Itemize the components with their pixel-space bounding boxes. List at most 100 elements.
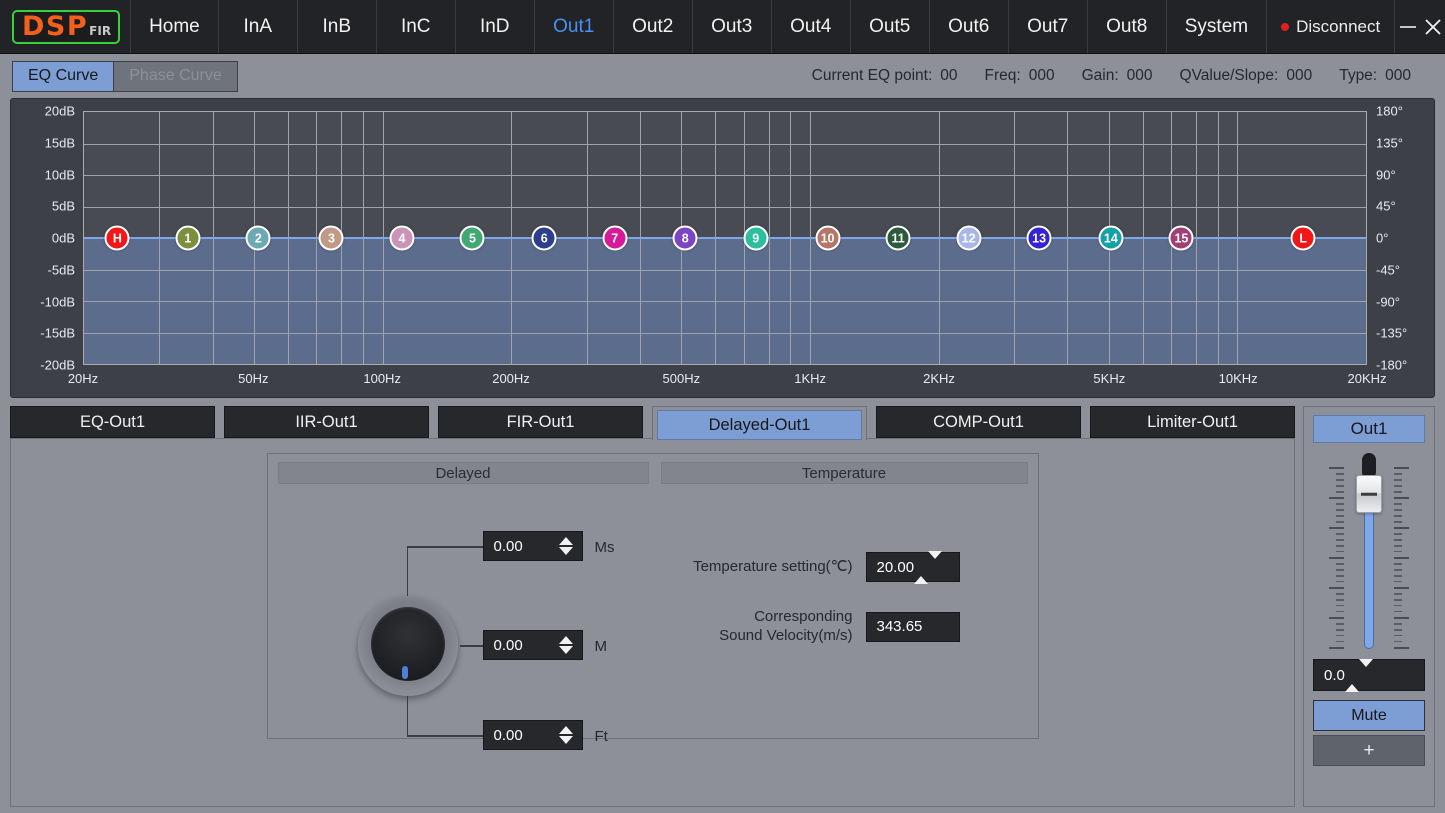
nav-item-out3[interactable]: Out3	[692, 0, 771, 53]
temperature-setting-input[interactable]: 20.00	[866, 552, 960, 582]
gain-stepper[interactable]	[1345, 667, 1373, 684]
delay-ms-stepper[interactable]	[559, 537, 573, 555]
grid-line-horizontal	[84, 301, 1366, 302]
output-gain-fader[interactable]	[1313, 453, 1425, 653]
eq-point-marker-6[interactable]: 6	[532, 226, 557, 251]
close-button[interactable]	[1420, 0, 1445, 53]
main-nav: HomeInAInBInCInDOut1Out2Out3Out4Out5Out6…	[130, 0, 1266, 53]
fader-tick-left	[1336, 551, 1344, 553]
eq-point-marker-h[interactable]: H	[105, 226, 130, 251]
processing-tabs: EQ-Out1 IIR-Out1 FIR-Out1 Delayed-Out1 COMP-…	[10, 406, 1295, 438]
fader-tick-left	[1336, 623, 1344, 625]
nav-item-out6[interactable]: Out6	[929, 0, 1008, 53]
nav-item-out5[interactable]: Out5	[850, 0, 929, 53]
tab-comp-out1[interactable]: COMP-Out1	[876, 406, 1081, 438]
tab-delayed-out1[interactable]: Delayed-Out1	[657, 410, 862, 440]
x-tick-label: 20Hz	[68, 371, 98, 386]
delay-m-stepper[interactable]	[559, 636, 573, 654]
eq-point-marker-8[interactable]: 8	[673, 226, 698, 251]
fader-tick-right	[1394, 509, 1402, 511]
minimize-icon	[1397, 16, 1419, 38]
close-icon	[1422, 16, 1444, 38]
curve-tab-eq[interactable]: EQ Curve	[12, 61, 114, 92]
add-channel-button[interactable]: +	[1313, 735, 1425, 766]
eq-point-marker-5[interactable]: 5	[460, 226, 485, 251]
connection-status-button[interactable]: Disconnect	[1266, 0, 1395, 53]
stepper-down-icon	[928, 551, 942, 576]
tab-iir-out1[interactable]: IIR-Out1	[224, 406, 429, 438]
delay-m-unit: M	[595, 638, 608, 655]
nav-item-home[interactable]: Home	[130, 0, 218, 53]
nav-item-ind[interactable]: InD	[455, 0, 534, 53]
minimize-button[interactable]	[1395, 0, 1420, 53]
nav-item-out1[interactable]: Out1	[534, 0, 613, 53]
mute-button[interactable]: Mute	[1313, 700, 1425, 731]
readout-group: Gain:000	[1082, 67, 1153, 85]
delay-knob-indicator	[402, 666, 408, 679]
fader-tick-right	[1394, 491, 1402, 493]
eq-point-marker-14[interactable]: 14	[1098, 226, 1123, 251]
delayed-section-title: Delayed	[278, 462, 649, 484]
nav-item-system[interactable]: System	[1166, 0, 1266, 53]
eq-point-marker-10[interactable]: 10	[815, 226, 840, 251]
temperature-setting-stepper[interactable]	[914, 559, 942, 576]
fader-tick-left	[1336, 581, 1344, 583]
sound-velocity-row: Corresponding Sound Velocity(m/s) 343.65	[673, 608, 960, 646]
nav-item-out7[interactable]: Out7	[1008, 0, 1087, 53]
delay-knob[interactable]	[358, 596, 458, 696]
eq-point-marker-2[interactable]: 2	[246, 226, 271, 251]
nav-item-out2[interactable]: Out2	[613, 0, 692, 53]
readout-value: 000	[1029, 67, 1055, 85]
y-tick-label: -15dB	[40, 326, 75, 341]
delayed-section-body: 0.00 Ms 0.00	[278, 484, 649, 728]
lead-line-ms-vertical	[407, 546, 409, 596]
channel-name-label: Out1	[1313, 415, 1425, 443]
nav-item-inb[interactable]: InB	[297, 0, 376, 53]
fader-tick-left	[1336, 593, 1344, 595]
readout-value: 00	[940, 67, 957, 85]
gain-value-input[interactable]: 0.0	[1313, 659, 1425, 691]
fader-tick-right	[1394, 545, 1402, 547]
nav-item-out8[interactable]: Out8	[1087, 0, 1166, 53]
fader-tick-left	[1336, 509, 1344, 511]
app-root: DSPFIR HomeInAInBInCInDOut1Out2Out3Out4O…	[0, 0, 1445, 813]
eq-point-marker-15[interactable]: 15	[1169, 226, 1194, 251]
eq-point-marker-3[interactable]: 3	[319, 226, 344, 251]
delay-ms-input[interactable]: 0.00	[483, 531, 583, 561]
eq-point-marker-l[interactable]: L	[1291, 226, 1316, 251]
grid-line-horizontal	[84, 333, 1366, 334]
eq-point-marker-11[interactable]: 11	[886, 226, 911, 251]
eq-point-marker-7[interactable]: 7	[602, 226, 627, 251]
fader-tick-right	[1394, 581, 1402, 583]
stepper-up-icon	[559, 726, 573, 734]
fader-tick-left	[1336, 485, 1344, 487]
delay-ft-input[interactable]: 0.00	[483, 720, 583, 750]
fader-tick-left	[1329, 497, 1344, 499]
nav-item-inc[interactable]: InC	[376, 0, 455, 53]
tab-eq-out1[interactable]: EQ-Out1	[10, 406, 215, 438]
fader-tick-right	[1394, 503, 1402, 505]
fader-tick-left	[1329, 557, 1344, 559]
delay-m-input[interactable]: 0.00	[483, 630, 583, 660]
eq-point-marker-13[interactable]: 13	[1027, 226, 1052, 251]
fader-tick-left	[1336, 563, 1344, 565]
delay-ft-stepper[interactable]	[559, 726, 573, 744]
stepper-down-icon	[559, 547, 573, 555]
y-tick-label: -5dB	[48, 262, 75, 277]
tab-fir-out1[interactable]: FIR-Out1	[438, 406, 643, 438]
curve-tab-phase[interactable]: Phase Curve	[114, 61, 238, 92]
y-tick-label: 15dB	[45, 135, 75, 150]
eq-point-marker-1[interactable]: 1	[175, 226, 200, 251]
processing-column: EQ-Out1 IIR-Out1 FIR-Out1 Delayed-Out1 COMP-…	[10, 406, 1295, 807]
fader-handle[interactable]	[1356, 475, 1382, 513]
temperature-section-body: Temperature setting(℃) 20.00	[661, 484, 1028, 728]
tab-limiter-out1[interactable]: Limiter-Out1	[1090, 406, 1295, 438]
x-tick-label: 100Hz	[363, 371, 401, 386]
eq-point-marker-4[interactable]: 4	[389, 226, 414, 251]
eq-point-marker-9[interactable]: 9	[743, 226, 768, 251]
phase-tick-label: 90°	[1376, 167, 1396, 182]
eq-plot-area[interactable]: H123456789101112131415L	[83, 111, 1367, 365]
nav-item-ina[interactable]: InA	[218, 0, 297, 53]
nav-item-out4[interactable]: Out4	[771, 0, 850, 53]
eq-point-marker-12[interactable]: 12	[956, 226, 981, 251]
